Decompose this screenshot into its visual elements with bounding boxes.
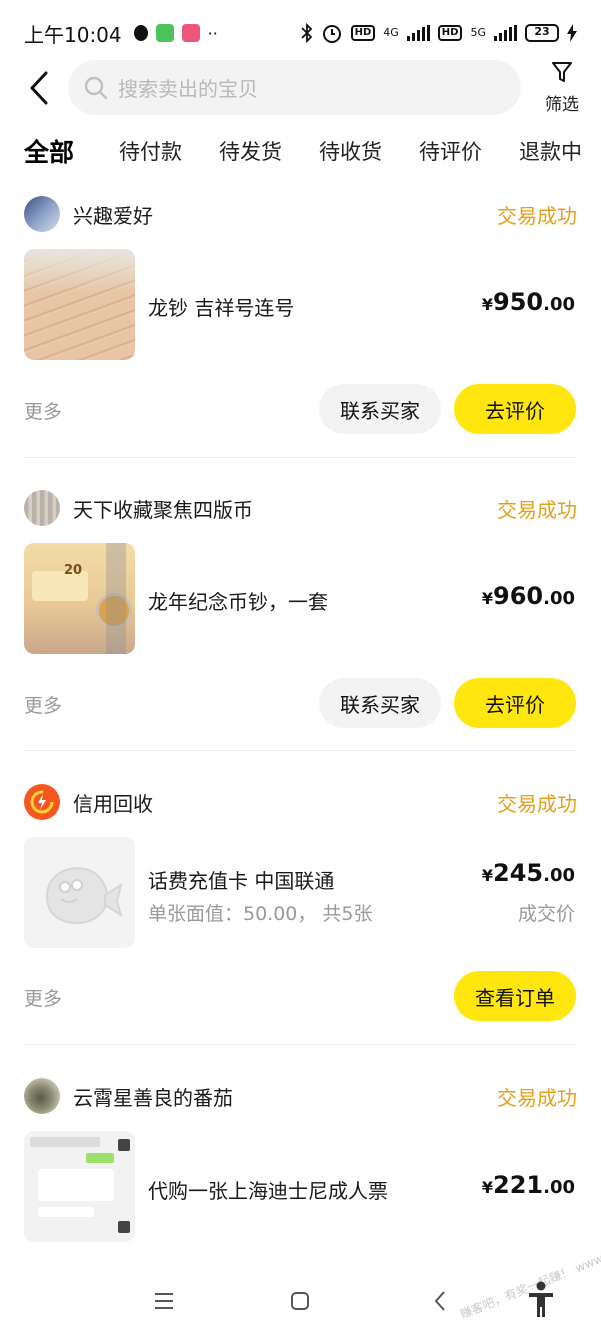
tab-all[interactable]: 全部: [24, 133, 75, 169]
shop-name: 兴趣爱好: [73, 203, 153, 228]
thumb-text: 20: [64, 563, 83, 578]
view-order-button[interactable]: 查看订单: [454, 971, 576, 1021]
product-title[interactable]: 代购一张上海迪士尼成人票: [148, 1175, 388, 1204]
menu-icon: [155, 1293, 173, 1309]
contact-buyer-button[interactable]: 联系买家: [319, 678, 441, 728]
status-bar: 上午10:04 ·· HD 4G HD 5G 23: [0, 0, 601, 66]
order-status: 交易成功: [497, 1085, 577, 1110]
header: 搜索卖出的宝贝 筛选: [0, 58, 601, 118]
hd-badge-2: HD: [437, 25, 463, 41]
product-title[interactable]: 龙钞 吉祥号连号: [148, 292, 294, 321]
product-image[interactable]: [24, 249, 135, 360]
tab-pending-review[interactable]: 待评价: [419, 136, 482, 166]
menu-button[interactable]: [149, 1286, 179, 1316]
product-image[interactable]: 20: [24, 543, 135, 654]
search-placeholder: 搜索卖出的宝贝: [118, 77, 258, 101]
shop-name: 天下收藏聚焦四版币: [73, 497, 253, 522]
price-note: 成交价: [517, 903, 575, 925]
product-title[interactable]: 话费充值卡 中国联通: [148, 865, 334, 894]
network-type: 4G: [383, 26, 399, 39]
status-time: 上午10:04: [24, 22, 122, 47]
signal-icon: [406, 25, 430, 41]
shop-row[interactable]: 云霄星善良的番茄 交易成功: [24, 1077, 577, 1115]
qq-icon: [133, 25, 148, 41]
product-title[interactable]: 龙年纪念币钞，一套: [148, 586, 328, 615]
filter-label: 筛选: [545, 95, 579, 115]
review-button[interactable]: 去评价: [454, 384, 576, 434]
hd-badge: HD: [350, 25, 376, 41]
app-pink-icon: [181, 24, 200, 42]
notification-icons: ··: [133, 23, 218, 43]
order-card[interactable]: 信用回收 交易成功 话费充值卡 中国联通 单张面值：50.00， 共5张 ¥24…: [0, 783, 601, 1048]
shop-avatar: [24, 784, 60, 820]
more-link[interactable]: 更多: [24, 397, 62, 424]
status-right: HD 4G HD 5G 23: [300, 22, 577, 44]
tab-pending-payment[interactable]: 待付款: [119, 136, 182, 166]
order-price: ¥960.00: [481, 582, 575, 610]
order-price: ¥221.00: [481, 1171, 575, 1199]
order-status: 交易成功: [497, 791, 577, 816]
tab-pending-shipment[interactable]: 待发货: [219, 136, 282, 166]
divider: [24, 457, 577, 458]
filter-button[interactable]: 筛选: [540, 60, 584, 115]
contact-buyer-button[interactable]: 联系买家: [319, 384, 441, 434]
shop-row[interactable]: 天下收藏聚焦四版币 交易成功: [24, 489, 577, 527]
accessibility-person-icon: [529, 1281, 553, 1317]
shop-avatar: [24, 1078, 60, 1114]
charging-icon: [567, 24, 577, 42]
back-button[interactable]: [22, 66, 56, 110]
home-button[interactable]: [285, 1286, 315, 1316]
order-status: 交易成功: [497, 497, 577, 522]
order-card[interactable]: 兴趣爱好 交易成功 龙钞 吉祥号连号 ¥950.00 更多 联系买家 去评价: [0, 195, 601, 460]
order-tabs: 全部 待付款 待发货 待收货 待评价 退款中: [0, 130, 601, 176]
signal-icon-2: [494, 25, 517, 41]
order-card[interactable]: 天下收藏聚焦四版币 交易成功 20 龙年纪念币钞，一套 ¥960.00 更多 联…: [0, 489, 601, 754]
more-dots-icon: ··: [207, 23, 218, 43]
product-image-placeholder[interactable]: [24, 837, 135, 948]
order-card[interactable]: 云霄星善良的番茄 交易成功 代购一张上海迪士尼成人票 ¥221.00: [0, 1077, 601, 1252]
filter-icon: [552, 62, 572, 82]
search-input[interactable]: 搜索卖出的宝贝: [68, 60, 521, 115]
home-square-icon: [291, 1292, 309, 1310]
shop-avatar: [24, 490, 60, 526]
shop-name: 云霄星善良的番茄: [73, 1085, 233, 1110]
battery-icon: 23: [525, 24, 559, 42]
product-spec: 单张面值：50.00， 共5张: [148, 903, 373, 925]
search-icon: [84, 76, 108, 99]
divider: [24, 750, 577, 751]
shop-avatar: [24, 196, 60, 232]
alarm-icon: [322, 25, 341, 43]
order-price: ¥245.00: [481, 859, 575, 887]
system-nav-bar: [0, 1268, 601, 1334]
order-price: ¥950.00: [481, 288, 575, 316]
bluetooth-icon: [300, 23, 312, 43]
shop-row[interactable]: 信用回收 交易成功: [24, 783, 577, 821]
more-link[interactable]: 更多: [24, 691, 62, 718]
tab-pending-receipt[interactable]: 待收货: [319, 136, 382, 166]
order-status: 交易成功: [497, 203, 577, 228]
network-type-2: 5G: [470, 26, 486, 39]
fish-placeholder-icon: [45, 866, 123, 924]
product-image[interactable]: [24, 1131, 135, 1242]
shop-name: 信用回收: [73, 791, 153, 816]
more-link[interactable]: 更多: [24, 984, 62, 1011]
back-arrow-icon: [30, 71, 48, 105]
shop-row[interactable]: 兴趣爱好 交易成功: [24, 195, 577, 233]
back-nav-button[interactable]: [425, 1286, 455, 1316]
accessibility-button[interactable]: [526, 1280, 556, 1320]
review-button[interactable]: 去评价: [454, 678, 576, 728]
tab-refunding[interactable]: 退款中: [519, 136, 582, 166]
divider: [24, 1044, 577, 1045]
back-triangle-icon: [434, 1291, 445, 1311]
recycle-logo-icon: [30, 790, 54, 814]
app-green-icon: [155, 24, 174, 42]
